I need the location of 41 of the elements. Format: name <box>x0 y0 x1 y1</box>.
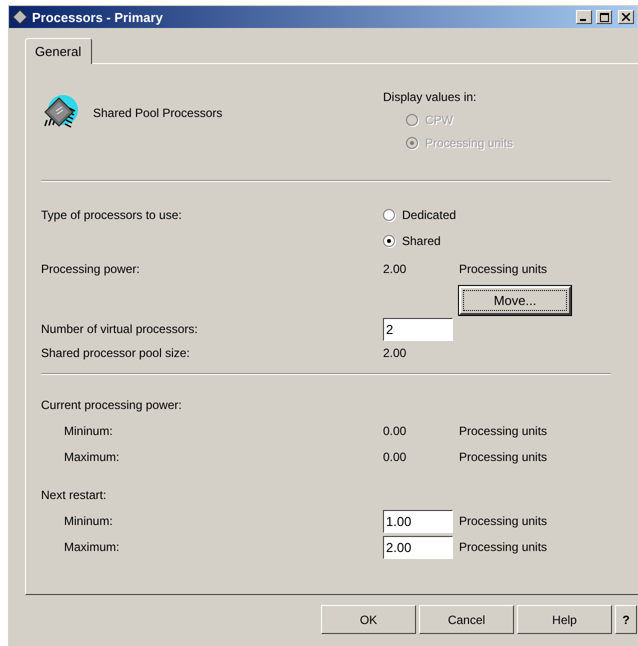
dialog-button[interactable]: OK <box>321 605 416 634</box>
maximize-icon <box>600 12 608 22</box>
unit-text: Processing units <box>459 540 548 554</box>
section-label: Current processing power: <box>41 398 183 412</box>
input-field[interactable]: 2 <box>383 318 453 340</box>
unit-text: Processing units <box>459 514 548 528</box>
window-title: Processors - Primary <box>32 10 164 24</box>
row-label: Mininum: <box>63 514 114 528</box>
row-label: Maximum: <box>63 450 120 464</box>
unit-text: Processing units <box>459 424 548 438</box>
value-text: 0.00 <box>383 450 408 464</box>
move-button[interactable]: Move... <box>459 286 571 314</box>
dialog-button[interactable]: Help <box>517 605 612 634</box>
maximize-button[interactable] <box>596 10 612 24</box>
row-label: Maximum: <box>63 540 120 554</box>
field-label: Shared processor pool size: <box>41 346 191 360</box>
unit-text: Processing units <box>459 450 548 464</box>
radio-label[interactable]: Shared <box>402 234 441 248</box>
radio-label[interactable]: Dedicated <box>402 208 456 222</box>
section-title: Shared Pool Processors <box>93 106 222 120</box>
input-field[interactable]: 1.00 <box>383 510 453 532</box>
value-text: 2.00 <box>383 262 408 276</box>
field-label: Type of processors to use: <box>41 208 183 222</box>
field-label: Processing power: <box>41 262 141 276</box>
radio-button[interactable] <box>383 235 395 247</box>
dialog-button[interactable]: ? <box>615 605 637 634</box>
group-label: Display values in: <box>383 90 478 104</box>
unit-text: Processing units <box>459 262 548 276</box>
close-button[interactable] <box>618 10 634 24</box>
dialog-button[interactable]: Cancel <box>419 605 514 634</box>
section-label: Next restart: <box>41 488 108 502</box>
radio-button[interactable] <box>383 209 395 221</box>
row-label: Mininum: <box>63 424 114 438</box>
value-text: 0.00 <box>383 424 408 438</box>
value-text: 2.00 <box>383 346 408 360</box>
diamond-icon <box>12 9 28 25</box>
close-icon <box>622 13 630 21</box>
input-field[interactable]: 2.00 <box>383 536 453 558</box>
field-label: Number of virtual processors: <box>41 322 199 336</box>
tab[interactable]: General <box>25 38 92 64</box>
minimize-button[interactable] <box>576 10 592 24</box>
